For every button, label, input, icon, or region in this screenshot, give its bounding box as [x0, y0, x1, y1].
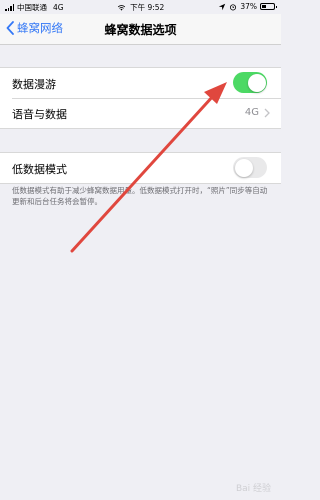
low-data-footer-note: 低数据模式有助于减少蜂窝数据用量。低数据模式打开时，“照片”同步等自动更新和后台…: [12, 186, 268, 206]
nav-bar: 蜂窝网络 蜂窝数据选项: [0, 14, 281, 45]
battery-icon: [260, 3, 277, 10]
status-bar: 中国联通 4G 下午 9:52 37%: [0, 0, 281, 14]
status-right: 37%: [218, 2, 277, 11]
battery-percent: 37%: [240, 2, 257, 11]
watermark: Bai 经验: [235, 484, 271, 494]
voice-data-value: 4G: [244, 107, 259, 118]
low-data-mode-label: 低数据模式: [12, 163, 67, 176]
settings-group-roaming: 数据漫游 语音与数据 4G: [0, 67, 281, 129]
row-low-data-mode: 低数据模式: [0, 153, 281, 183]
page-title: 蜂窝数据选项: [104, 23, 177, 37]
chevron-right-icon: [264, 108, 270, 118]
row-voice-data[interactable]: 语音与数据 4G: [0, 98, 281, 128]
data-roaming-label: 数据漫游: [12, 78, 56, 91]
low-data-mode-toggle[interactable]: [233, 157, 267, 178]
voice-data-label: 语音与数据: [12, 108, 67, 121]
data-roaming-toggle[interactable]: [233, 72, 267, 93]
toggle-knob: [234, 158, 253, 177]
row-data-roaming: 数据漫游: [0, 68, 281, 98]
settings-group-low-data: 低数据模式: [0, 152, 281, 184]
status-time: 下午 9:52: [130, 3, 165, 12]
location-icon: [219, 3, 226, 10]
toggle-knob: [247, 73, 266, 92]
wifi-icon: [117, 5, 125, 11]
alarm-icon: [230, 3, 237, 10]
